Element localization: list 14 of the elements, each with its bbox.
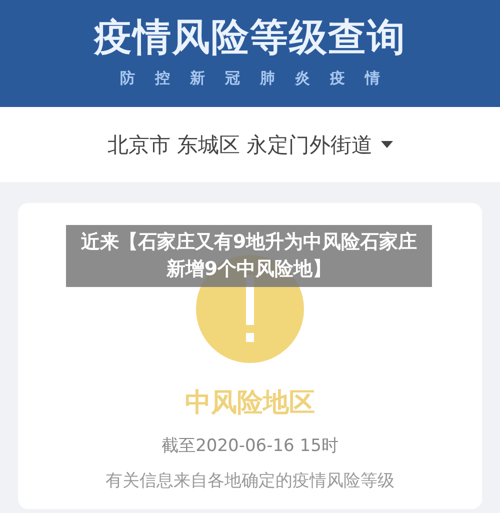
update-time: 截至2020-06-16 15时 — [162, 435, 338, 457]
subtitle-character: 情 — [365, 69, 380, 88]
risk-level-label: 中风险地区 — [185, 387, 315, 420]
caret-icon — [380, 140, 393, 148]
info-note: 有关信息来自各地确定的疫情风险等级 — [106, 470, 394, 492]
page-title: 疫情风险等级查询 — [94, 14, 406, 61]
subtitle-character: 疫 — [330, 69, 345, 88]
subtitle-character: 防 — [120, 69, 135, 88]
subtitle-character: 肺 — [260, 69, 275, 88]
subtitle-character: 新 — [190, 69, 205, 88]
caption-overlay: 近来【石家庄又有9地升为中风险石家庄新增9个中风险地】 — [66, 225, 432, 287]
subtitle-character: 控 — [155, 69, 170, 88]
subtitle-character: 冠 — [225, 69, 240, 88]
subtitle-character: 炎 — [295, 69, 310, 88]
